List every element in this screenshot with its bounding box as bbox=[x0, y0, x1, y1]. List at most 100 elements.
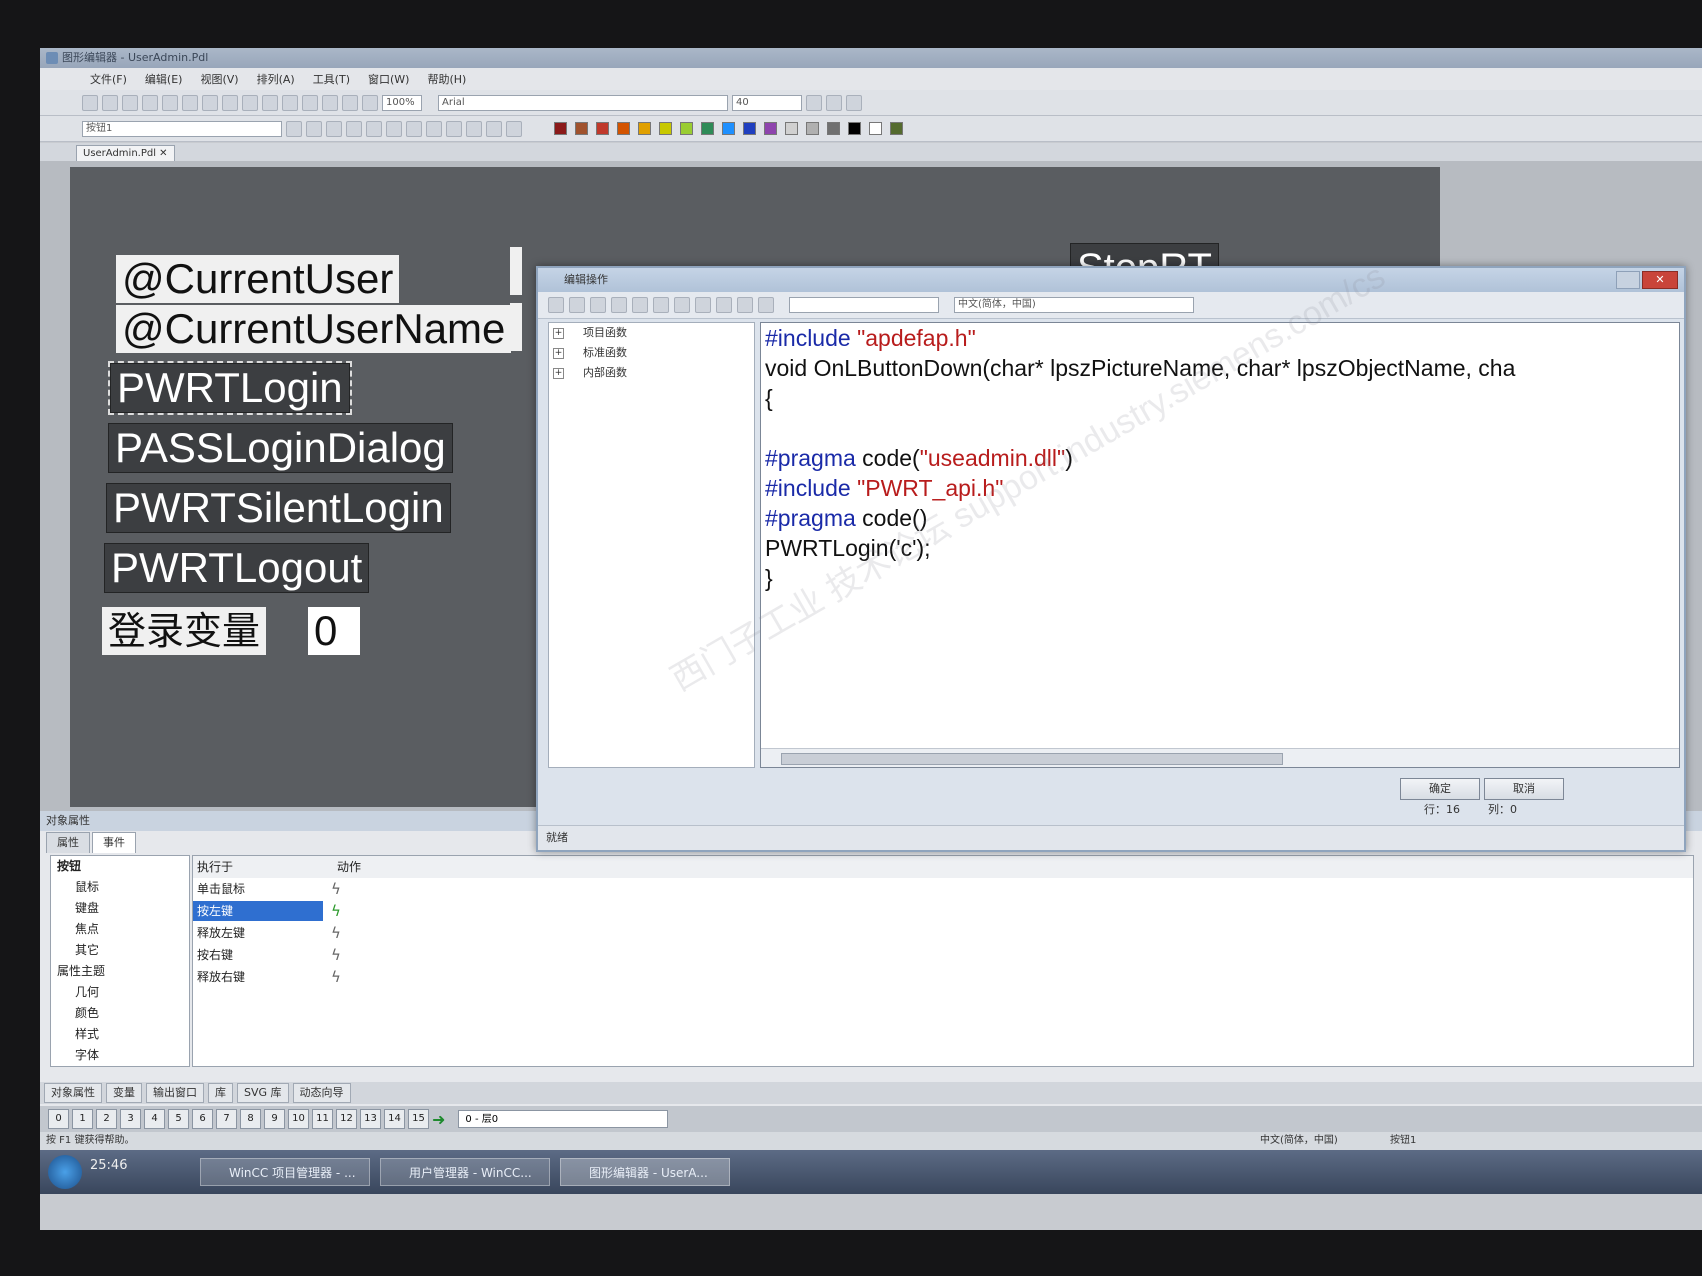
mirror-icon[interactable] bbox=[506, 120, 522, 137]
layer-button[interactable]: 5 bbox=[168, 1109, 189, 1129]
value-box[interactable] bbox=[510, 303, 522, 351]
color-swatch[interactable] bbox=[827, 122, 840, 135]
ok-button[interactable]: 确定 bbox=[1400, 778, 1480, 800]
lightning-green-icon[interactable]: ϟ bbox=[323, 902, 341, 920]
tab-object-properties[interactable]: 对象属性 bbox=[44, 1083, 102, 1103]
color-swatch[interactable] bbox=[680, 122, 693, 135]
tab-output[interactable]: 输出窗口 bbox=[146, 1083, 204, 1103]
same-size-icon[interactable] bbox=[426, 120, 442, 137]
tree-item-focus[interactable]: 焦点 bbox=[51, 919, 189, 940]
menu-view[interactable]: 视图(V) bbox=[200, 71, 238, 87]
layer-button[interactable]: 0 bbox=[48, 1109, 69, 1129]
close-icon[interactable]: ✕ bbox=[1642, 271, 1678, 289]
align-top-icon[interactable] bbox=[346, 120, 362, 137]
pwrt-login-button[interactable]: PWRTLogin bbox=[108, 361, 352, 415]
tab-dynamic-wizard[interactable]: 动态向导 bbox=[292, 1083, 351, 1103]
tree-project-functions[interactable]: 项目函数 bbox=[549, 323, 754, 343]
color-swatch[interactable] bbox=[659, 122, 672, 135]
color-swatch[interactable] bbox=[638, 122, 651, 135]
line-color-icon[interactable] bbox=[806, 94, 822, 111]
menu-file[interactable]: 文件(F) bbox=[90, 71, 127, 87]
color-swatch[interactable] bbox=[575, 122, 588, 135]
event-left-up[interactable]: 释放左键 bbox=[193, 923, 323, 943]
layer-button[interactable]: 11 bbox=[312, 1109, 333, 1129]
tree-item-colors[interactable]: 颜色 bbox=[51, 1003, 189, 1024]
color-swatch[interactable] bbox=[869, 122, 882, 135]
arrow-right-icon[interactable]: ➜ bbox=[432, 1110, 445, 1129]
task-graphics-designer[interactable]: 图形编辑器 - UserA... bbox=[560, 1158, 730, 1186]
font-color-icon[interactable] bbox=[846, 94, 862, 111]
color-swatch[interactable] bbox=[722, 122, 735, 135]
lightning-icon[interactable]: ϟ bbox=[323, 924, 341, 942]
horizontal-scrollbar[interactable] bbox=[761, 748, 1679, 767]
pwrt-silent-login-button[interactable]: PWRTSilentLogin bbox=[106, 483, 451, 533]
layer-button[interactable]: 13 bbox=[360, 1109, 381, 1129]
font-size-combo[interactable]: 40 bbox=[732, 94, 802, 111]
event-right-down[interactable]: 按右键 bbox=[193, 945, 323, 965]
paste-icon[interactable] bbox=[202, 94, 218, 111]
tree-item-mouse[interactable]: 鼠标 bbox=[51, 877, 189, 898]
space-v-icon[interactable] bbox=[466, 120, 482, 137]
color-swatch[interactable] bbox=[743, 122, 756, 135]
cut-icon[interactable] bbox=[590, 297, 606, 313]
tag-icon[interactable] bbox=[716, 297, 732, 313]
copy-icon[interactable] bbox=[182, 94, 198, 111]
layer-button[interactable]: 10 bbox=[288, 1109, 309, 1129]
tree-standard-functions[interactable]: 标准函数 bbox=[549, 343, 754, 363]
delete-icon[interactable] bbox=[653, 297, 669, 313]
redo-icon[interactable] bbox=[695, 297, 711, 313]
color-swatch[interactable] bbox=[890, 122, 903, 135]
align-right-icon[interactable] bbox=[326, 120, 342, 137]
tab-properties[interactable]: 属性 bbox=[46, 832, 90, 853]
menu-window[interactable]: 窗口(W) bbox=[368, 71, 409, 87]
function-icon[interactable] bbox=[758, 297, 774, 313]
rotate-icon[interactable] bbox=[486, 120, 502, 137]
tree-item-button[interactable]: 按钮 bbox=[51, 856, 189, 877]
color-swatch[interactable] bbox=[554, 122, 567, 135]
layer-button[interactable]: 8 bbox=[240, 1109, 261, 1129]
fill-color-icon[interactable] bbox=[826, 94, 842, 111]
current-user-name-field[interactable]: @CurrentUserName bbox=[116, 305, 512, 353]
lightning-icon[interactable]: ϟ bbox=[323, 946, 341, 964]
layer-button[interactable]: 6 bbox=[192, 1109, 213, 1129]
table-row[interactable]: 释放左键 ϟ bbox=[193, 922, 1693, 944]
align-center-icon[interactable] bbox=[306, 120, 322, 137]
color-swatch[interactable] bbox=[596, 122, 609, 135]
object-icon[interactable] bbox=[737, 297, 753, 313]
dialog-combo[interactable] bbox=[789, 297, 939, 313]
menu-edit[interactable]: 编辑(E) bbox=[145, 71, 183, 87]
tree-item-style[interactable]: 样式 bbox=[51, 1024, 189, 1045]
tree-item-keyboard[interactable]: 键盘 bbox=[51, 898, 189, 919]
tree-item-geometry[interactable]: 几何 bbox=[51, 982, 189, 1003]
table-row[interactable]: 单击鼠标 ϟ bbox=[193, 878, 1693, 900]
layer-combo[interactable]: 0 - 层0 bbox=[458, 1110, 669, 1128]
space-h-icon[interactable] bbox=[446, 120, 462, 137]
layer-button[interactable]: 2 bbox=[96, 1109, 117, 1129]
tab-events[interactable]: 事件 bbox=[92, 832, 136, 853]
font-combo[interactable]: Arial bbox=[438, 94, 728, 111]
color-swatch[interactable] bbox=[785, 122, 798, 135]
object-combo[interactable]: 按钮1 bbox=[82, 120, 282, 137]
align-left-icon[interactable] bbox=[286, 120, 302, 137]
align-bottom-icon[interactable] bbox=[366, 120, 382, 137]
open-icon[interactable] bbox=[102, 94, 118, 111]
layer-button[interactable]: 12 bbox=[336, 1109, 357, 1129]
table-row[interactable]: 按右键 ϟ bbox=[193, 944, 1693, 966]
tab-tags[interactable]: 变量 bbox=[106, 1083, 142, 1103]
pass-login-dialog-button[interactable]: PASSLoginDialog bbox=[108, 423, 453, 473]
snap-icon[interactable] bbox=[282, 94, 298, 111]
menu-arrange[interactable]: 排列(A) bbox=[257, 71, 295, 87]
layer-button[interactable]: 15 bbox=[408, 1109, 429, 1129]
task-wincc-explorer[interactable]: WinCC 项目管理器 - ... bbox=[200, 1158, 370, 1186]
layer-button[interactable]: 4 bbox=[144, 1109, 165, 1129]
tab-library[interactable]: 库 bbox=[208, 1083, 233, 1103]
layer-icon[interactable] bbox=[302, 94, 318, 111]
cancel-button[interactable]: 取消 bbox=[1484, 778, 1564, 800]
color-swatch[interactable] bbox=[701, 122, 714, 135]
language-combo[interactable]: 中文(简体，中国) bbox=[954, 297, 1194, 313]
undo-icon[interactable] bbox=[674, 297, 690, 313]
layer-button[interactable]: 9 bbox=[264, 1109, 285, 1129]
layer-button[interactable]: 7 bbox=[216, 1109, 237, 1129]
compile-icon[interactable] bbox=[548, 297, 564, 313]
tree-item-font[interactable]: 字体 bbox=[51, 1045, 189, 1066]
